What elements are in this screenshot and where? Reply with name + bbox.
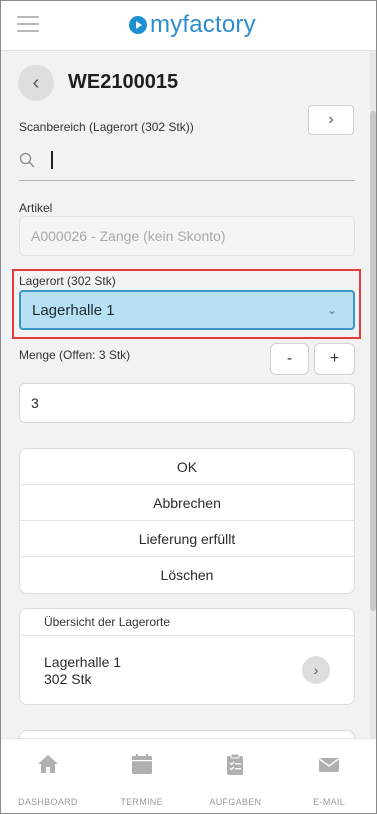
chevron-right-icon: › — [328, 111, 334, 128]
nav-termine-label: TERMINE — [120, 797, 163, 807]
actions-card: OK Abbrechen Lieferung erfüllt Löschen — [19, 448, 355, 594]
delivery-fulfilled-button[interactable]: Lieferung erfüllt — [20, 521, 354, 557]
text-cursor — [51, 151, 53, 169]
open-item-button[interactable]: › — [302, 656, 330, 684]
article-field: A000026 - Zange (kein Skonto) — [19, 216, 355, 256]
nav-email-label: E-MAIL — [313, 797, 346, 807]
location-overview-card: Übersicht der Lagerorte Lagerhalle 1 302… — [19, 608, 355, 705]
search-icon — [19, 152, 35, 168]
decrement-button[interactable]: - — [270, 343, 309, 375]
chevron-left-icon: ‹ — [32, 71, 40, 94]
chevron-down-icon: ⌄ — [326, 303, 337, 317]
scrollbar-thumb[interactable] — [370, 111, 376, 611]
back-button[interactable]: ‹ — [18, 65, 54, 101]
chevron-right-icon: › — [313, 661, 319, 678]
calendar-icon — [131, 754, 152, 774]
menu-icon[interactable] — [17, 16, 39, 34]
nav-dashboard[interactable]: DASHBOARD — [1, 739, 95, 813]
scan-label: Scanbereich (Lagerort (302 Stk)) — [19, 120, 194, 134]
nav-termine[interactable]: TERMINE — [95, 739, 189, 813]
nav-email[interactable]: E-MAIL — [282, 739, 376, 813]
scrollbar[interactable] — [370, 51, 376, 751]
logo: myfactory — [129, 11, 256, 39]
increment-button[interactable]: + — [314, 343, 355, 375]
next-button[interactable]: › — [308, 105, 354, 135]
cancel-button[interactable]: Abbrechen — [20, 485, 354, 521]
clipboard-icon — [227, 753, 244, 775]
quantity-value: 3 — [31, 395, 39, 411]
quantity-input[interactable]: 3 — [19, 383, 355, 423]
home-icon — [37, 755, 58, 773]
nav-aufgaben-label: AUFGABEN — [209, 797, 262, 807]
overview-item[interactable]: Lagerhalle 1 302 Stk › — [20, 636, 354, 704]
top-bar: myfactory — [1, 1, 376, 51]
location-select[interactable]: Lagerhalle 1 ⌄ — [19, 290, 355, 330]
delete-button[interactable]: Löschen — [20, 557, 354, 593]
logo-play-icon — [129, 16, 147, 34]
mail-icon — [319, 758, 340, 772]
overview-title: Übersicht der Lagerorte — [20, 609, 354, 636]
location-label: Lagerort (302 Stk) — [19, 274, 116, 288]
article-label: Artikel — [19, 201, 53, 215]
nav-dashboard-label: DASHBOARD — [18, 797, 78, 807]
scan-input[interactable] — [19, 145, 355, 181]
app-frame: myfactory ‹ WE2100015 Scanbereich (Lager… — [0, 0, 377, 814]
page-title: WE2100015 — [68, 71, 179, 93]
bottom-nav: DASHBOARD TERMINE AUFGABEN E-MAIL — [1, 738, 376, 813]
nav-aufgaben[interactable]: AUFGABEN — [189, 739, 283, 813]
ok-button[interactable]: OK — [20, 449, 354, 485]
quantity-label: Menge (Offen: 3 Stk) — [19, 348, 131, 362]
location-selected-value: Lagerhalle 1 — [32, 301, 115, 319]
logo-text: myfactory — [150, 11, 256, 38]
article-value: A000026 - Zange (kein Skonto) — [31, 228, 226, 244]
